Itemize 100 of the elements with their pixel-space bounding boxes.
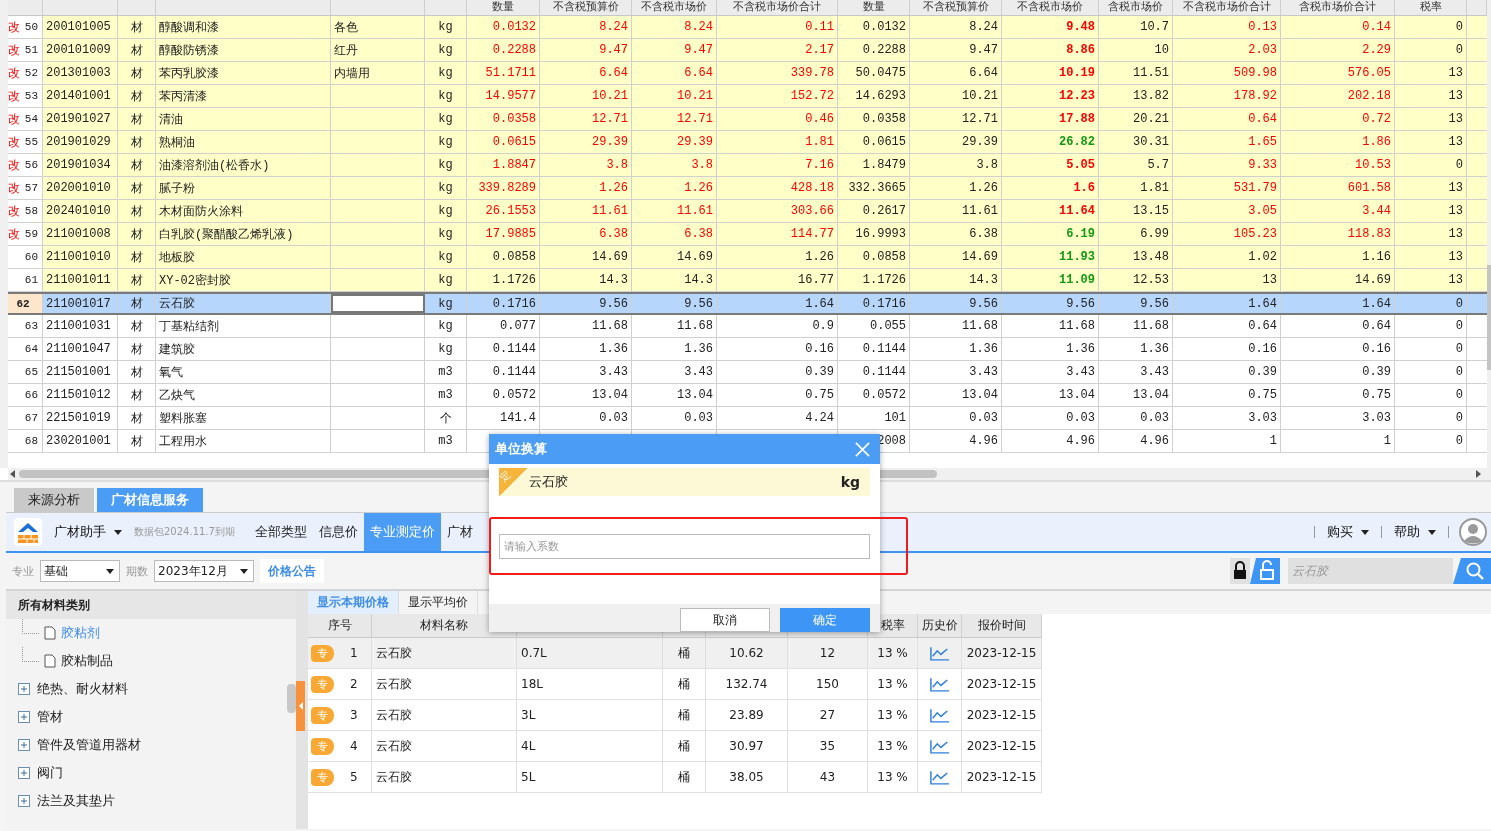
table-cell: 13 % xyxy=(868,762,918,792)
table-cell: kg xyxy=(425,294,467,313)
table-cell: 51.1711 xyxy=(467,62,540,84)
row-number: 59 xyxy=(24,228,38,240)
table-cell: 17.88 xyxy=(1002,108,1099,130)
table-cell: 0 xyxy=(1395,407,1467,429)
table-cell: kg xyxy=(425,108,467,130)
table-cell: 0.03 xyxy=(540,407,632,429)
row-number: 61 xyxy=(24,274,38,286)
table-cell: 0.46 xyxy=(717,108,838,130)
table-cell: 3.03 xyxy=(1173,407,1281,429)
table-cell: 11.09 xyxy=(1002,269,1099,291)
table-cell: 工程用水 xyxy=(156,430,331,452)
table-cell: 4.96 xyxy=(910,430,1002,452)
table-cell: 13.04 xyxy=(1002,384,1099,406)
table-cell: 0.72 xyxy=(1281,108,1395,130)
table-cell: 211001008 xyxy=(43,223,118,245)
table-cell: 0.0132 xyxy=(838,16,910,38)
table-cell: 20.21 xyxy=(1099,108,1173,130)
table-cell: 10.21 xyxy=(910,85,1002,107)
table-cell: 2.03 xyxy=(1173,39,1281,61)
table-cell: 11.68 xyxy=(540,315,632,337)
table-cell: 材 xyxy=(118,62,156,84)
table-cell: 12 xyxy=(788,638,868,668)
table-cell: 101 xyxy=(838,407,910,429)
table-cell: 13 % xyxy=(868,731,918,761)
table-cell: 材 xyxy=(118,338,156,360)
table-cell: 9.56 xyxy=(910,294,1002,313)
table-cell: 9.33 xyxy=(1173,154,1281,176)
table-cell: 0.03 xyxy=(1099,407,1173,429)
table-cell: 12.53 xyxy=(1099,269,1173,291)
table-cell: 0.0858 xyxy=(838,246,910,268)
table-cell: 202401010 xyxy=(43,200,118,222)
table-cell: 3.05 xyxy=(1173,200,1281,222)
table-cell: 6.38 xyxy=(540,223,632,245)
column-header: 报价时间 xyxy=(962,614,1042,637)
table-cell: 13 xyxy=(1395,85,1467,107)
table-cell: kg xyxy=(425,154,467,176)
special-badge: 专 xyxy=(311,768,334,786)
table-cell: 1.26 xyxy=(910,177,1002,199)
table-cell: 12.23 xyxy=(1002,85,1099,107)
column-header: 序号 xyxy=(308,614,372,637)
table-cell: 桶 xyxy=(663,700,706,730)
change-mark: 改 xyxy=(7,179,20,197)
row-number: 5 xyxy=(350,770,358,784)
table-cell: 材 xyxy=(118,200,156,222)
table-cell: 200101009 xyxy=(43,39,118,61)
table-cell: 601.58 xyxy=(1281,177,1395,199)
table-cell: 8.24 xyxy=(910,16,1002,38)
table-cell: 0.03 xyxy=(632,407,717,429)
table-cell: 1.02 xyxy=(1173,246,1281,268)
table-cell: 1.8847 xyxy=(467,154,540,176)
table-cell: 211501012 xyxy=(43,384,118,406)
row-number: 65 xyxy=(24,366,38,378)
table-cell: 1.26 xyxy=(717,246,838,268)
table-cell: 清油 xyxy=(156,108,331,130)
table-cell: 428.18 xyxy=(717,177,838,199)
row-number: 56 xyxy=(24,159,38,171)
table-cell: 0.055 xyxy=(838,315,910,337)
table-cell: m3 xyxy=(425,430,467,452)
table-cell: 0.0615 xyxy=(838,131,910,153)
table-cell: 13 % xyxy=(868,700,918,730)
table-cell: 132.74 xyxy=(706,669,788,699)
table-cell: 0.0572 xyxy=(838,384,910,406)
table-cell: 0.0858 xyxy=(467,246,540,268)
table-cell: 0.9 xyxy=(717,315,838,337)
table-cell: 13 xyxy=(1395,131,1467,153)
table-cell: 9.47 xyxy=(540,39,632,61)
row-number: 63 xyxy=(24,320,38,332)
table-cell: 0.1144 xyxy=(467,338,540,360)
table-cell: 0 xyxy=(1395,384,1467,406)
table-cell: 11.61 xyxy=(540,200,632,222)
period-label: 期数 xyxy=(126,563,148,579)
table-cell: 11.68 xyxy=(1002,315,1099,337)
table-cell: 0.16 xyxy=(1281,338,1395,360)
specialty-label: 专业 xyxy=(12,563,34,579)
row-number: 3 xyxy=(350,708,358,722)
table-cell: 201901027 xyxy=(43,108,118,130)
table-cell: 6.38 xyxy=(632,223,717,245)
table-cell: 17.9885 xyxy=(467,223,540,245)
table-cell: kg xyxy=(425,315,467,337)
table-cell: 178.92 xyxy=(1173,85,1281,107)
table-cell: 14.69 xyxy=(632,246,717,268)
change-mark: 改 xyxy=(7,225,20,243)
table-cell: 13 xyxy=(1395,269,1467,291)
table-cell: 13.04 xyxy=(910,384,1002,406)
change-mark: 改 xyxy=(7,133,20,151)
table-cell: 1.8479 xyxy=(838,154,910,176)
table-cell: kg xyxy=(425,62,467,84)
table-cell: 211001011 xyxy=(43,269,118,291)
table-cell: 1.86 xyxy=(1281,131,1395,153)
change-mark: 改 xyxy=(7,64,20,82)
table-cell: 2.17 xyxy=(717,39,838,61)
table-cell: 3.43 xyxy=(910,361,1002,383)
table-cell: 0.11 xyxy=(717,16,838,38)
table-cell: 201901034 xyxy=(43,154,118,176)
table-cell: 苯丙清漆 xyxy=(156,85,331,107)
table-cell: 腻子粉 xyxy=(156,177,331,199)
table-cell: 9.56 xyxy=(540,294,632,313)
table-cell: 3.44 xyxy=(1281,200,1395,222)
